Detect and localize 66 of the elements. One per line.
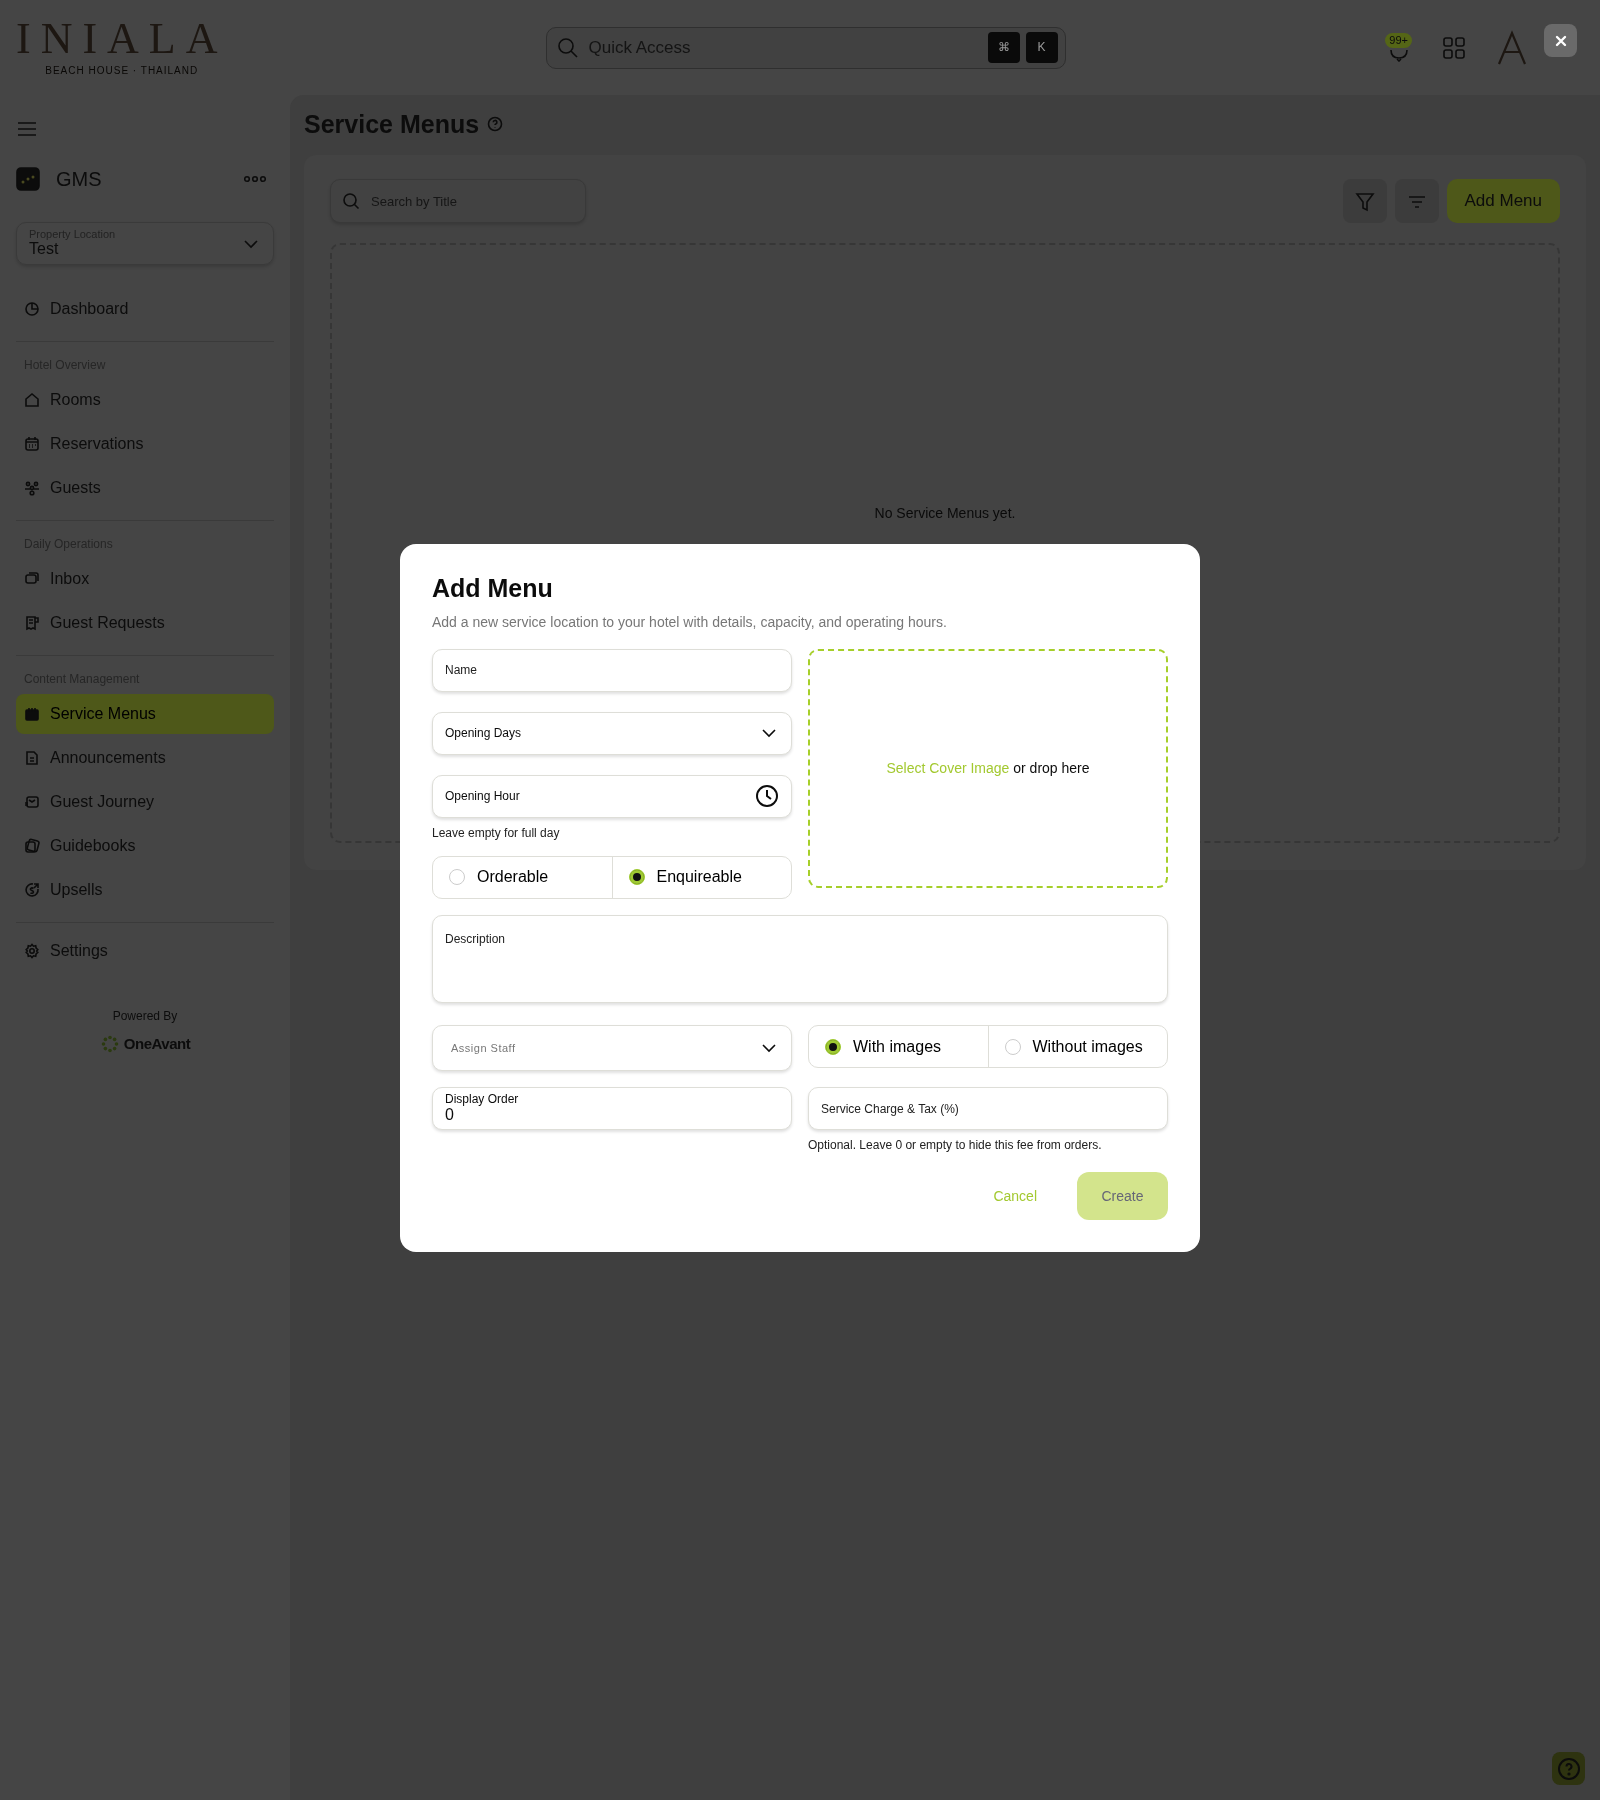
sort-button[interactable] [1394,179,1439,223]
clock-icon [755,784,779,808]
radio-option[interactable]: With images [809,1026,988,1067]
brand-name: OneAvant [123,1034,191,1055]
service-charge-field[interactable]: Service Charge & Tax (%) [808,1087,1168,1130]
notification-badge: 99+ [1385,33,1412,48]
document-icon [24,750,40,767]
help-button[interactable] [1552,1752,1585,1785]
more-icon[interactable] [244,175,266,184]
empty-state-text: No Service Menus yet. [874,504,1016,523]
nav-item[interactable]: Guest Requests [16,603,274,644]
name-field[interactable]: Name [432,648,792,692]
opening-days-select[interactable]: Opening Days [432,711,792,755]
menu-book-icon [24,706,40,723]
radio-option[interactable]: Without images [987,1026,1167,1067]
nav-item[interactable]: Guests [16,468,274,509]
cancel-button[interactable]: Cancel [969,1175,1061,1217]
nav-item[interactable]: Announcements [16,738,274,779]
bell-icon[interactable] [1388,48,1409,62]
search-icon [342,192,360,210]
nav-item[interactable]: Reservations [16,424,274,465]
people-icon [24,480,40,497]
help-icon[interactable] [487,116,504,132]
mail-icon [24,794,40,811]
funnel-icon [1353,190,1376,213]
nav-item[interactable]: Inbox [16,559,274,600]
hint-text: Optional. Leave 0 or empty to hide this fee from orders. [808,1137,1103,1154]
calendar-icon [24,436,40,453]
house-icon [24,392,40,409]
dialog-title: Add Menu [432,573,554,604]
nav-item[interactable]: Guidebooks [16,826,274,867]
nav-item[interactable]: Service Menus [16,694,274,735]
logo-subtitle: BEACH HOUSE · THAILAND [44,64,200,78]
nav-item[interactable]: Upsells [16,870,274,911]
image-drop-zone[interactable]: Select Cover Image or drop here [808,648,1168,888]
app-logo-icon [16,167,40,192]
select-image-link[interactable]: Select Cover Image [886,759,1010,776]
nav-item[interactable]: Settings [16,931,274,972]
assign-staff-select[interactable]: Assign Staff [432,1025,792,1071]
filter-button[interactable] [1342,179,1387,223]
radio-option[interactable]: Orderable [433,856,612,898]
close-button[interactable] [1544,24,1577,57]
display-order-field[interactable]: Display Order 0 [432,1087,792,1130]
drop-zone-text: Select Cover Image or drop here [886,758,1090,778]
hint-text: Leave empty for full day [432,824,561,842]
receipt-icon [24,615,40,632]
description-field[interactable]: Description [432,914,1168,1003]
dialog-subtitle: Add a new service location to your hotel with details, capacity, and operating hours. [432,612,948,632]
dollar-coin-icon [24,882,40,899]
radio-option[interactable]: Enquireable [611,856,791,898]
app-name: GMS [56,167,102,193]
nav-item[interactable]: Dashboard [16,289,274,330]
avatar-logo-icon[interactable] [1496,29,1528,66]
gear-icon [24,943,40,960]
nav-item[interactable]: Guest Journey [16,782,274,823]
close-icon [1553,33,1568,48]
search-icon [556,36,579,59]
add-menu-button[interactable]: Add Menu [1446,179,1560,223]
field-value: Test [29,240,60,258]
grid-icon[interactable] [1442,35,1466,60]
brand-logo-icon [99,1034,120,1055]
nav-item[interactable]: Rooms [16,380,274,421]
powered-by-text: Powered By [111,1008,179,1026]
book-icon [24,838,40,855]
pie-chart-icon [24,301,40,318]
opening-hour-field[interactable]: Opening Hour [432,774,792,818]
